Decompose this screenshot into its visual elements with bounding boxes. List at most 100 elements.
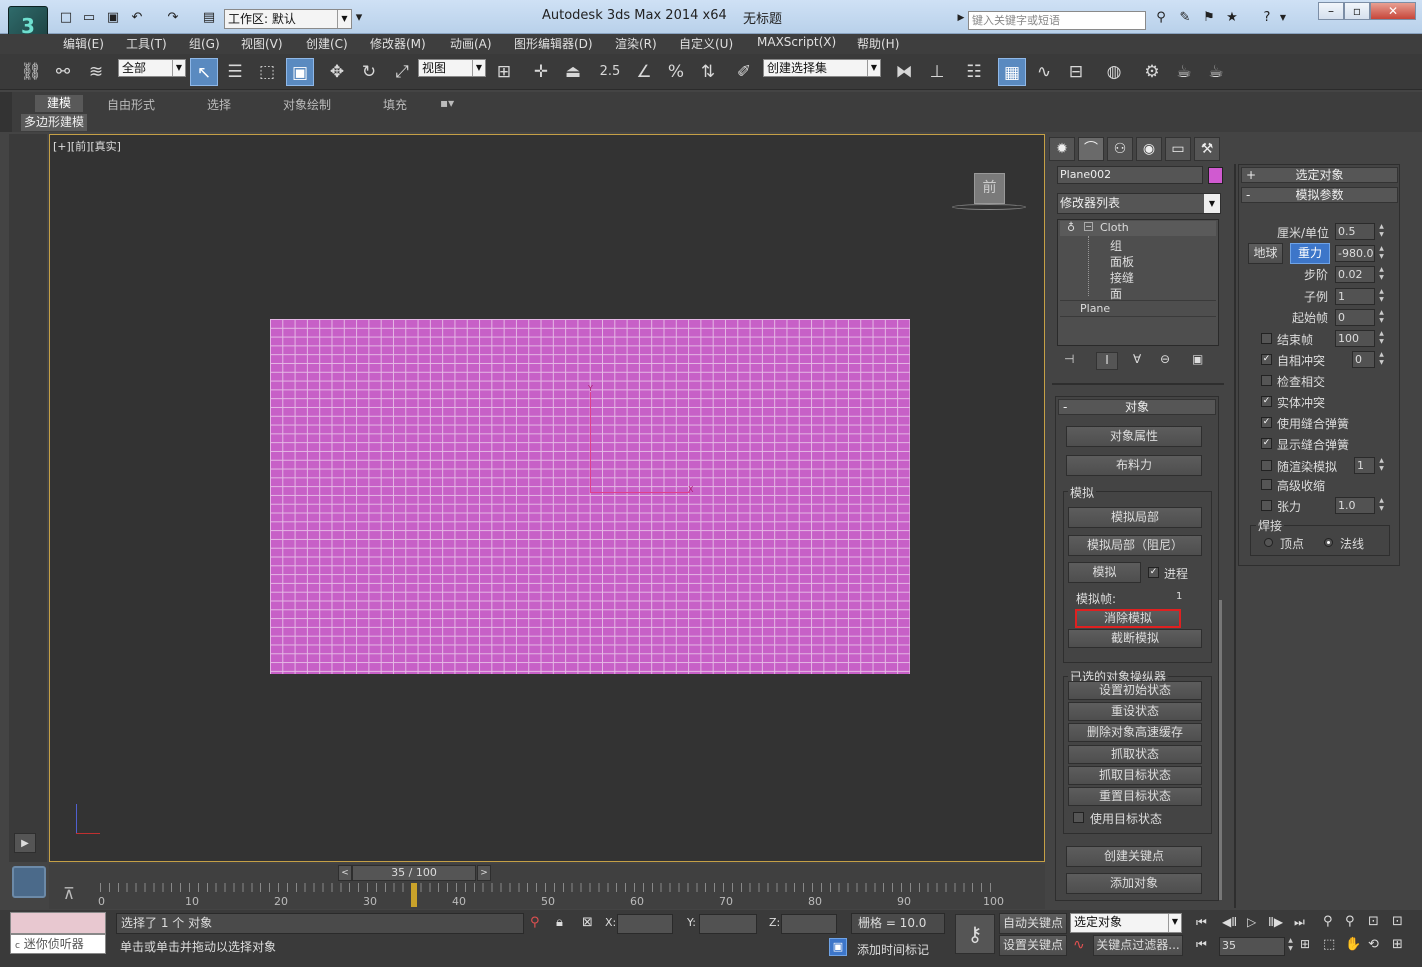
panel-scrollbar[interactable] — [1219, 600, 1222, 900]
pin-stack-icon[interactable]: ⊣ — [1064, 352, 1074, 366]
ribbon-options-icon[interactable]: ▪▾ — [440, 96, 454, 110]
zoom-all-icon[interactable]: ⚲ — [1345, 914, 1355, 929]
zoom-extents-all-icon[interactable]: ⊡ — [1392, 914, 1403, 929]
set-key-icon[interactable]: ⚷ — [955, 914, 995, 954]
ribbon-tab-freeform[interactable]: 自由形式 — [107, 96, 155, 113]
modify-tab-icon[interactable]: ⌒ — [1078, 137, 1104, 161]
show-end-result-icon[interactable]: I — [1096, 352, 1118, 370]
workspace-dropdown[interactable]: 工作区: 默认 ▼ — [224, 9, 352, 29]
tension-checkbox[interactable] — [1261, 500, 1272, 511]
pivot-center-icon[interactable]: ⊞ — [490, 58, 518, 86]
binoculars-icon[interactable]: ⚲ — [1152, 10, 1170, 26]
end-frame-field[interactable]: 100 — [1335, 330, 1375, 347]
keyboard-shortcut-override-icon[interactable]: ⏏ — [559, 58, 587, 86]
utilities-tab-icon[interactable]: ⚒ — [1194, 137, 1220, 161]
x-coordinate-field[interactable] — [617, 914, 673, 934]
delete-object-cache-button[interactable]: 删除对象高速缓存 — [1068, 723, 1202, 742]
viewport-swatch[interactable] — [12, 866, 46, 898]
project-folder-icon[interactable]: ▤ — [200, 10, 218, 26]
erase-simulation-button[interactable]: 消除模拟 — [1075, 609, 1181, 628]
selection-lock-icon[interactable]: 🔒︎ — [556, 915, 563, 930]
zoom-icon[interactable]: ⚲ — [1323, 914, 1333, 929]
layer-manager-icon[interactable]: ☷ — [960, 58, 988, 86]
next-frame-icon[interactable]: Ⅱ▶ — [1268, 915, 1283, 929]
menu-rendering[interactable]: 渲染(R) — [615, 35, 657, 52]
step-field[interactable]: 0.02 — [1335, 266, 1375, 283]
favorites-star-icon[interactable]: ★ — [1223, 10, 1241, 26]
hierarchy-tab-icon[interactable]: ⚇ — [1107, 137, 1133, 161]
select-by-name-icon[interactable]: ☰ — [221, 58, 249, 86]
menu-views[interactable]: 视图(V) — [241, 35, 283, 52]
current-frame-field[interactable]: 35 — [1219, 937, 1285, 956]
select-object-icon[interactable]: ↖ — [190, 58, 218, 86]
z-coordinate-field[interactable] — [781, 914, 837, 934]
make-unique-icon[interactable]: ∀ — [1133, 352, 1141, 366]
expand-strip-icon[interactable]: ▶ — [14, 833, 36, 853]
use-target-state-checkbox[interactable] — [1073, 812, 1084, 823]
pan-view-icon[interactable]: ✋ — [1345, 937, 1361, 952]
graphite-ribbon-icon[interactable]: ▦ — [998, 58, 1026, 86]
key-mode-dropdown[interactable]: 选定对象 ▼ — [1070, 913, 1182, 933]
orbit-icon[interactable]: ⟲ — [1368, 937, 1379, 952]
tension-field[interactable]: 1.0 — [1335, 497, 1375, 514]
render-sim-checkbox[interactable] — [1261, 460, 1272, 471]
set-initial-state-button[interactable]: 设置初始状态 — [1068, 681, 1202, 700]
advanced-pinch-checkbox[interactable] — [1261, 479, 1272, 490]
time-slider-next[interactable]: > — [477, 865, 491, 881]
object-name-field[interactable]: Plane002 — [1057, 166, 1203, 184]
spinner-arrows[interactable]: ▲ ▼ — [1376, 309, 1387, 326]
spinner-snap-icon[interactable]: ⇅ — [694, 58, 722, 86]
end-frame-checkbox[interactable] — [1261, 333, 1272, 344]
unlink-icon[interactable]: ⚯ — [49, 58, 77, 86]
spinner-arrows[interactable]: ▲ ▼ — [1285, 937, 1296, 956]
menu-edit[interactable]: 编辑(E) — [63, 35, 104, 52]
save-file-icon[interactable]: ▣ — [104, 10, 122, 26]
isolate-selection-icon[interactable]: ⚲ — [530, 915, 540, 930]
create-key-button[interactable]: 创建关键点 — [1066, 846, 1202, 867]
time-configuration-icon[interactable]: ⊞ — [1300, 937, 1310, 951]
snaps-toggle-icon[interactable]: 2.5 — [596, 58, 624, 86]
rect-selection-region-icon[interactable]: ⬚ — [253, 58, 281, 86]
spinner-arrows[interactable]: ▲ ▼ — [1376, 497, 1387, 514]
remove-modifier-icon[interactable]: ⊖ — [1160, 352, 1170, 366]
select-link-icon[interactable]: ⛓ — [17, 58, 45, 86]
render-sim-field[interactable]: 1 — [1354, 457, 1375, 474]
cm-per-unit-field[interactable]: 0.5 — [1335, 223, 1375, 240]
open-file-icon[interactable]: ▭ — [80, 10, 98, 26]
weld-vertex-radio[interactable] — [1264, 538, 1273, 547]
absolute-mode-icon[interactable]: ⊠ — [582, 915, 593, 930]
named-selection-dropdown[interactable]: 创建选择集 ▼ — [763, 59, 881, 77]
redo-icon[interactable]: ↷ — [164, 10, 182, 26]
maxscript-listener-pane[interactable] — [10, 912, 106, 934]
zoom-extents-icon[interactable]: ⊡ — [1368, 914, 1379, 929]
spinner-arrows[interactable]: ▲ ▼ — [1376, 457, 1387, 474]
select-move-icon[interactable]: ✥ — [323, 58, 351, 86]
go-to-end-icon[interactable]: ⏭ — [1294, 915, 1305, 930]
grab-target-state-button[interactable]: 抓取目标状态 — [1068, 766, 1202, 785]
add-objects-button[interactable]: 添加对象 — [1066, 873, 1202, 894]
time-tag-icon[interactable]: ▣ — [829, 938, 847, 956]
spinner-arrows[interactable]: ▲ ▼ — [1376, 223, 1387, 240]
previous-frame-icon[interactable]: ◀Ⅱ — [1222, 915, 1237, 929]
earth-button[interactable]: 地球 — [1248, 243, 1283, 264]
time-slider-thumb[interactable]: 35 / 100 — [352, 865, 476, 881]
curve-editor-icon[interactable]: ∿ — [1030, 58, 1058, 86]
material-editor-icon[interactable]: ◍ — [1100, 58, 1128, 86]
self-collision-field[interactable]: 0 — [1352, 351, 1375, 368]
modifier-list-dropdown[interactable]: 修改器列表 ▼ — [1057, 193, 1221, 214]
lightbulb-icon[interactable]: ♁ — [1067, 221, 1075, 234]
schematic-view-icon[interactable]: ⊟ — [1062, 58, 1090, 86]
close-button[interactable]: ✕ — [1370, 2, 1416, 20]
render-production-icon[interactable]: ☕ — [1202, 58, 1230, 86]
menu-maxscript[interactable]: MAXScript(X) — [757, 35, 836, 49]
check-intersections-checkbox[interactable] — [1261, 375, 1272, 386]
progress-checkbox[interactable]: ✓ — [1148, 567, 1159, 578]
stack-sub-group[interactable]: 组 — [1110, 237, 1122, 254]
y-coordinate-field[interactable] — [699, 914, 757, 934]
stack-sub-panel[interactable]: 面板 — [1110, 253, 1134, 270]
render-setup-icon[interactable]: ⚙ — [1138, 58, 1166, 86]
communication-center-icon[interactable]: ⚑ — [1200, 10, 1218, 26]
object-color-swatch[interactable] — [1208, 167, 1223, 184]
menu-group[interactable]: 组(G) — [189, 35, 220, 52]
create-tab-icon[interactable]: ✹ — [1049, 137, 1075, 161]
